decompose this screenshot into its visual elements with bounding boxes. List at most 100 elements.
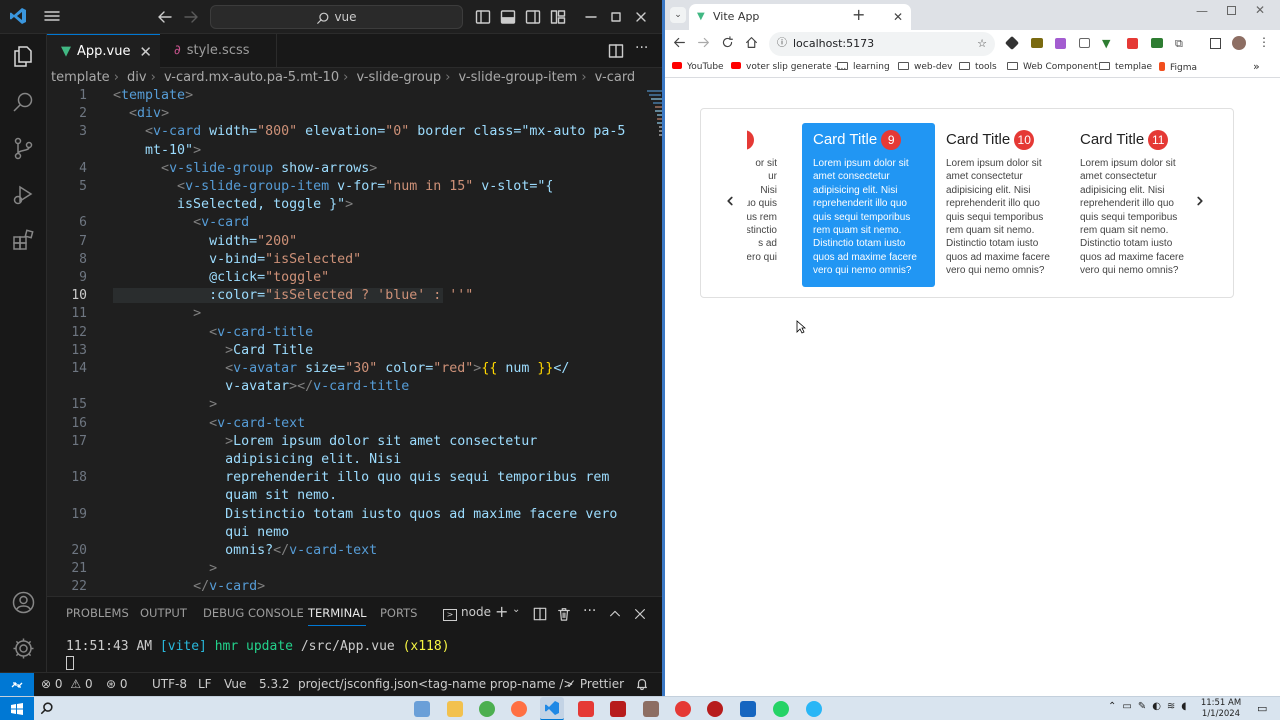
home-icon[interactable] (745, 36, 758, 49)
slide-card-10[interactable]: Card Title 10 Lorem ipsum dolor sit amet … (935, 123, 1068, 287)
extension-icon[interactable] (1151, 38, 1163, 48)
telegram-icon[interactable] (806, 701, 822, 717)
back-arrow-icon[interactable] (157, 9, 173, 25)
taskbar-clock[interactable]: 11:51 AM 1/1/2024 (1198, 698, 1244, 720)
extension-icon[interactable] (1031, 38, 1043, 48)
customize-layout-icon[interactable] (550, 9, 566, 25)
taskbar-app-icon[interactable] (675, 701, 691, 717)
tab-app-vue[interactable]: ▼ App.vue ✕ (47, 34, 160, 68)
panel-tab-problems[interactable]: PROBLEMS (66, 606, 129, 620)
close-window-icon[interactable]: ✕ (1255, 3, 1265, 17)
bookmark-voter-slip[interactable]: voter slip generate -... (731, 62, 846, 72)
panel-tab-terminal[interactable]: TERMINAL (308, 606, 367, 626)
slide-card-11[interactable]: Card Title 11 Lorem ipsum dolor sit amet … (1069, 123, 1187, 287)
minimize-icon[interactable]: — (1196, 4, 1208, 18)
panel-tab-output[interactable]: OUTPUT (140, 606, 187, 620)
slide-card-partial[interactable]: Card Title8 or sit ur Nisi lo quo quis u… (747, 123, 788, 287)
bookmark-folder-tools[interactable]: tools (959, 62, 997, 72)
back-arrow-icon[interactable] (673, 36, 686, 49)
more-bookmarks-icon[interactable]: » (1253, 60, 1260, 73)
vscode-taskbar-icon[interactable] (540, 697, 564, 720)
forward-arrow-icon[interactable] (697, 36, 710, 49)
address-bar[interactable]: ⓘ localhost:5173 ☆ (769, 32, 995, 56)
new-tab-icon[interactable]: + (852, 5, 865, 24)
toggle-secondary-sidebar-icon[interactable] (525, 9, 541, 25)
bookmark-folder-templae[interactable]: templae (1099, 62, 1152, 72)
camera-extension-icon[interactable] (1079, 38, 1090, 48)
problems-indicator[interactable]: ⊗ 0 ⚠ 0 (41, 677, 93, 691)
maximize-icon[interactable] (1227, 6, 1236, 15)
reload-icon[interactable] (721, 36, 734, 49)
remote-indicator[interactable] (0, 673, 34, 697)
minimap[interactable] (647, 88, 662, 148)
panel-tab-debug-console[interactable]: DEBUG CONSOLE (203, 606, 304, 620)
toggle-panel-icon[interactable] (500, 9, 516, 25)
notification-icon[interactable]: ▭ (1257, 702, 1267, 715)
extensions-icon[interactable] (11, 228, 36, 253)
language-status[interactable]: Vue (224, 677, 246, 691)
breadcrumb-item[interactable]: v-card.mx-auto.pa-5.mt-10 (164, 70, 339, 85)
settings-gear-icon[interactable] (11, 636, 36, 661)
windows-start-icon[interactable] (0, 697, 34, 720)
search-sidebar-icon[interactable] (11, 90, 36, 115)
maximize-icon[interactable] (608, 9, 624, 25)
bookmark-figma[interactable]: Figma (1159, 62, 1197, 73)
bookmark-youtube[interactable]: YouTube (672, 62, 724, 72)
system-tray-icons[interactable]: ⌃▭✎◐≋◖ (1108, 701, 1193, 712)
vue-devtools-icon[interactable]: ▼ (1102, 37, 1110, 50)
taskbar-app-icon[interactable] (740, 701, 756, 717)
notifications-bell-icon[interactable] (635, 677, 649, 691)
command-center-search[interactable]: vue (210, 5, 463, 29)
forward-arrow-icon[interactable] (183, 9, 199, 25)
bookmark-folder-web-dev[interactable]: web-dev (898, 62, 952, 72)
bookmark-folder-web-component[interactable]: Web Component (1007, 62, 1098, 72)
close-window-icon[interactable] (633, 9, 649, 25)
whatsapp-icon[interactable] (773, 701, 789, 717)
snippet-status[interactable]: <tag-name prop-name /> (418, 677, 573, 691)
split-terminal-icon[interactable] (533, 607, 547, 621)
tab-style-scss[interactable]: ∂ style.scss (160, 34, 277, 68)
recorder-icon[interactable] (578, 701, 594, 717)
slide-card-9[interactable]: Card Title 9 Lorem ipsum dolor sit amet c… (802, 123, 935, 287)
extension-icon[interactable] (1055, 38, 1066, 49)
split-editor-icon[interactable] (608, 43, 624, 59)
file-explorer-icon[interactable] (447, 701, 463, 717)
code-editor[interactable]: 1 2 3 4 5 6 7 8 9 10 11 12 13 14 15 16 17 18 19 20 21 22 <tem… (47, 88, 662, 596)
terminal-shell-selector[interactable]: > node (443, 605, 491, 621)
prettier-status[interactable]: ✓ Prettier (566, 677, 624, 691)
breadcrumb-item[interactable]: v-slide-group-item (459, 70, 578, 85)
bookmark-star-icon[interactable]: ☆ (977, 32, 987, 56)
encoding-status[interactable]: UTF-8 (152, 677, 187, 691)
minimize-icon[interactable] (583, 9, 599, 25)
breadcrumb-item[interactable]: v-slide-group (356, 70, 441, 85)
illustrator-icon[interactable] (610, 701, 626, 717)
toggle-sidebar-icon[interactable] (475, 9, 491, 25)
run-debug-icon[interactable] (11, 182, 36, 207)
chrome-icon[interactable] (479, 701, 495, 717)
bookmark-folder-learning[interactable]: learning (837, 62, 890, 72)
extensions-puzzle-icon[interactable]: ⧉ (1175, 37, 1183, 51)
config-status[interactable]: project/jsconfig.json (298, 677, 418, 691)
firefox-icon[interactable] (511, 701, 527, 717)
tab-search-icon[interactable]: ⌄ (670, 7, 686, 23)
site-info-icon[interactable]: ⓘ (777, 32, 787, 56)
eyedropper-extension-icon[interactable] (1004, 35, 1020, 51)
eol-status[interactable]: LF (198, 677, 212, 691)
breadcrumb-item[interactable]: v-card (595, 70, 636, 85)
taskbar-app-icon[interactable] (643, 701, 659, 717)
breadcrumb-item[interactable]: template (51, 70, 110, 85)
taskbar-app-icon[interactable] (414, 701, 430, 717)
taskbar-app-icon[interactable] (707, 701, 723, 717)
side-panel-icon[interactable] (1210, 38, 1221, 49)
browser-menu-icon[interactable]: ⋮ (1258, 35, 1270, 49)
version-status[interactable]: 5.3.2 (259, 677, 290, 691)
close-panel-icon[interactable] (633, 607, 647, 621)
source-control-icon[interactable] (11, 136, 36, 161)
chevron-right-icon[interactable] (1193, 194, 1207, 208)
chevron-down-icon[interactable]: ⌄ (512, 604, 520, 615)
taskbar-search-icon[interactable] (40, 701, 54, 715)
avatar[interactable] (1232, 36, 1246, 50)
new-terminal-icon[interactable]: + (495, 602, 508, 621)
chevron-left-icon[interactable] (723, 194, 737, 208)
more-actions-icon[interactable]: ··· (583, 603, 596, 619)
